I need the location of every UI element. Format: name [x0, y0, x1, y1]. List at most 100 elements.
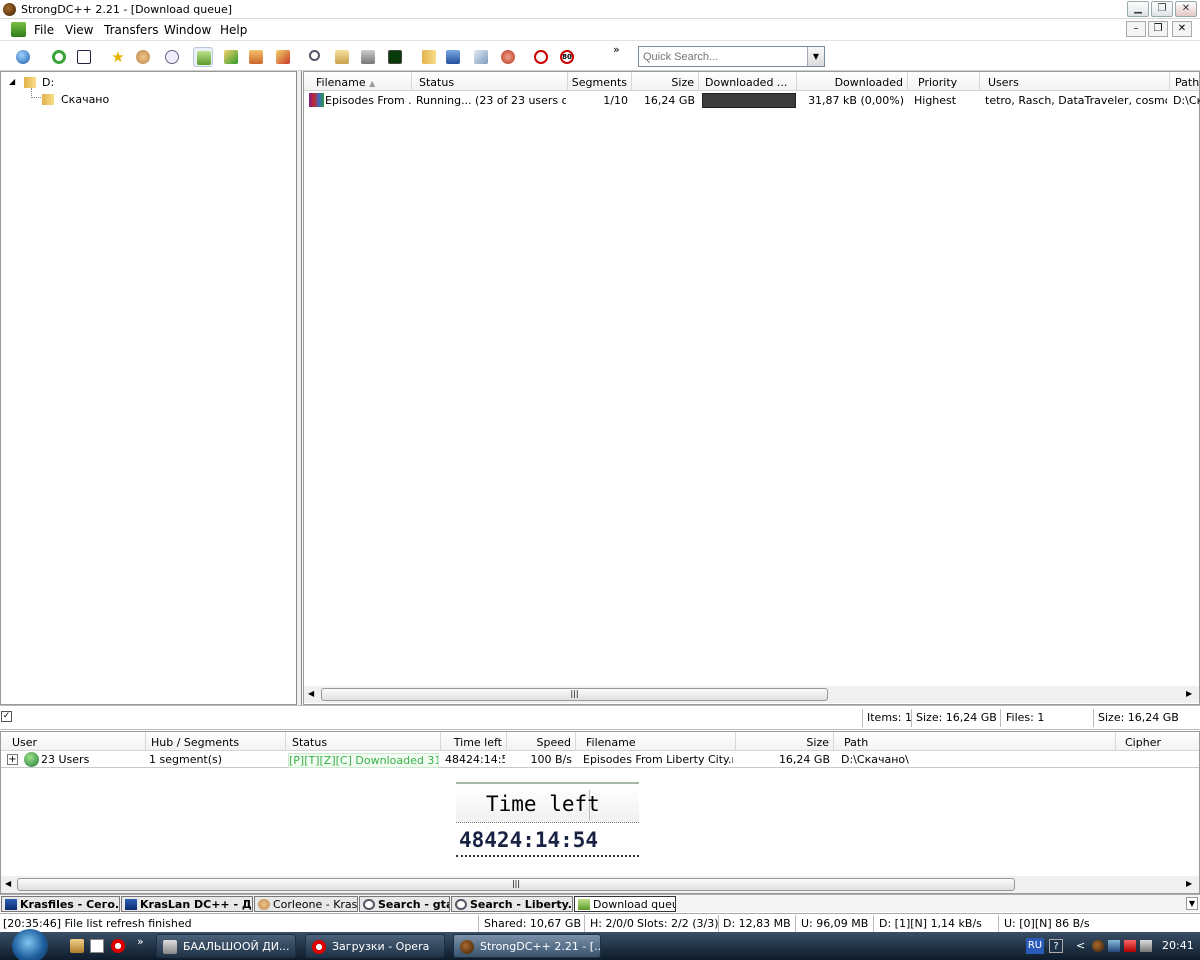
hub-icon [125, 899, 137, 910]
quick-launch-opera-icon[interactable] [111, 939, 125, 953]
pane-splitter[interactable] [296, 71, 302, 705]
column-filename[interactable]: Filename ▲ [304, 72, 412, 91]
transfers-horizontal-scrollbar[interactable]: ◀ ||| ▶ [1, 876, 1199, 893]
queue-scroll-thumb[interactable]: ||| [321, 688, 828, 701]
finished-uploads-icon[interactable] [273, 47, 293, 67]
transfers-scroll-thumb[interactable]: ||| [17, 878, 1015, 891]
column-downloaded[interactable]: Downloaded [797, 72, 908, 91]
tree-item-folder[interactable]: Скачано [61, 93, 109, 106]
os-taskbar: » БААЛЬШООЙ ДИ... Загрузки - Opera Stron… [0, 929, 1200, 960]
language-indicator[interactable]: RU [1026, 938, 1044, 954]
toolbar-more-chevron[interactable]: » [613, 43, 620, 56]
tab-krasfiles[interactable]: Krasfiles - Сего... [1, 896, 120, 912]
expand-icon[interactable]: + [7, 754, 18, 765]
drive-folder-icon [24, 77, 36, 88]
search-icon[interactable] [306, 47, 326, 67]
tabs-scroll-icon[interactable]: ▼ [1186, 897, 1198, 910]
tree-collapse-icon[interactable]: ◢ [9, 77, 15, 86]
tray-clock[interactable]: 20:41 [1162, 939, 1194, 952]
column-path[interactable]: Path [1170, 72, 1200, 91]
column-hub-segments[interactable]: Hub / Segments [146, 732, 286, 751]
menu-view[interactable]: View [65, 23, 93, 37]
tree-item-root[interactable]: D: [42, 76, 54, 89]
queue-checkbox[interactable]: ✓ [1, 711, 12, 722]
close-button[interactable]: ✕ [1175, 1, 1197, 17]
menu-bar: File View Transfers Window Help – ❐ ✕ [0, 19, 1200, 41]
settings-icon[interactable] [443, 47, 463, 67]
transfer-time-left: 48424:14:54 [445, 753, 505, 766]
open-file-list-icon[interactable] [419, 47, 439, 67]
column-users[interactable]: Users [980, 72, 1170, 91]
scroll-left-icon[interactable]: ◀ [5, 879, 11, 888]
quick-launch-desktop-icon[interactable] [90, 939, 104, 953]
transfer-row[interactable]: + 23 Users 1 segment(s) [P][T][Z][C] Dow… [1, 751, 1199, 768]
document-icon[interactable] [11, 22, 26, 37]
column-size[interactable]: Size [632, 72, 699, 91]
quick-search-dropdown-icon[interactable]: ▼ [807, 47, 824, 66]
column-user[interactable]: User [1, 732, 146, 751]
column-status[interactable]: Status [412, 72, 568, 91]
network-stats-icon[interactable] [385, 47, 405, 67]
connect-icon[interactable] [13, 47, 33, 67]
upload-queue-icon[interactable] [246, 47, 266, 67]
mdi-restore-button[interactable]: ❐ [1148, 21, 1168, 37]
taskbar-item-opera[interactable]: Загрузки - Opera [305, 934, 445, 958]
restore-button[interactable]: ❐ [1151, 1, 1173, 17]
tab-kraslan[interactable]: KrasLan DC++ - Д... [121, 896, 253, 912]
menu-file[interactable]: File [34, 23, 54, 37]
search-icon [455, 899, 467, 910]
favorites-icon[interactable]: ★ [108, 47, 128, 67]
menu-help[interactable]: Help [220, 23, 247, 37]
search-spy-icon[interactable] [358, 47, 378, 67]
reconnect-icon[interactable] [49, 47, 69, 67]
tray-expand-icon[interactable]: < [1076, 939, 1085, 952]
cdm-debug-icon[interactable] [498, 47, 518, 67]
quick-launch-explorer-icon[interactable] [70, 939, 84, 953]
queue-horizontal-scrollbar[interactable]: ◀ ||| ▶ [304, 686, 1199, 703]
finished-downloads-icon[interactable] [221, 47, 241, 67]
column-filename[interactable]: Filename [576, 732, 736, 751]
taskbar-item-strongdc[interactable]: StrongDC++ 2.21 - [... [453, 934, 601, 958]
column-speed[interactable]: Speed [507, 732, 576, 751]
column-size[interactable]: Size [736, 732, 834, 751]
mdi-minimize-button[interactable]: – [1126, 21, 1146, 37]
menu-transfers[interactable]: Transfers [104, 23, 159, 37]
tray-volume-icon[interactable] [1140, 940, 1152, 952]
column-path[interactable]: Path [834, 732, 1116, 751]
tab-search-gta[interactable]: Search - gta [359, 896, 450, 912]
tray-network-icon[interactable] [1108, 940, 1120, 952]
tab-search-liberty[interactable]: Search - Liberty... [451, 896, 573, 912]
start-button-icon[interactable] [12, 929, 48, 960]
mdi-close-button[interactable]: ✕ [1172, 21, 1192, 37]
column-priority[interactable]: Priority [908, 72, 980, 91]
scroll-left-icon[interactable]: ◀ [308, 689, 314, 698]
tray-security-icon[interactable] [1124, 940, 1136, 952]
help-icon[interactable]: ? [1049, 939, 1063, 953]
minimize-button[interactable]: ▁ [1127, 1, 1149, 17]
column-status[interactable]: Status [286, 732, 441, 751]
column-time-left[interactable]: Time left [441, 732, 507, 751]
hub-icon [5, 899, 17, 910]
menu-window[interactable]: Window [164, 23, 211, 37]
follow-redirect-icon[interactable] [74, 47, 94, 67]
tab-corleone[interactable]: Corleone - Krasf... [254, 896, 358, 912]
quick-launch-more-chevron[interactable]: » [137, 935, 144, 948]
scroll-right-icon[interactable]: ▶ [1186, 879, 1192, 888]
notepad-icon[interactable] [471, 47, 491, 67]
download-queue-icon[interactable] [193, 47, 213, 67]
tray-strongdc-icon[interactable] [1092, 940, 1104, 952]
tab-download-queue[interactable]: Download queue [574, 896, 676, 912]
column-cipher[interactable]: Cipher [1116, 732, 1199, 751]
column-segments[interactable]: Segments [568, 72, 632, 91]
quick-search-input[interactable] [638, 46, 825, 67]
recent-hubs-icon[interactable] [162, 47, 182, 67]
scroll-right-icon[interactable]: ▶ [1186, 689, 1192, 698]
speed-80-icon[interactable]: 80 [557, 47, 577, 67]
taskbar-item-1[interactable]: БААЛЬШООЙ ДИ... [156, 934, 296, 958]
column-downloaded-progress[interactable]: Downloaded ... [699, 72, 797, 91]
users-icon[interactable] [133, 47, 153, 67]
adl-search-icon[interactable] [332, 47, 352, 67]
status-uploaded: U: 96,09 MB [801, 917, 869, 930]
limiter-icon[interactable] [531, 47, 551, 67]
queue-row[interactable]: Episodes From ... Running... (23 of 23 u… [304, 91, 1200, 109]
